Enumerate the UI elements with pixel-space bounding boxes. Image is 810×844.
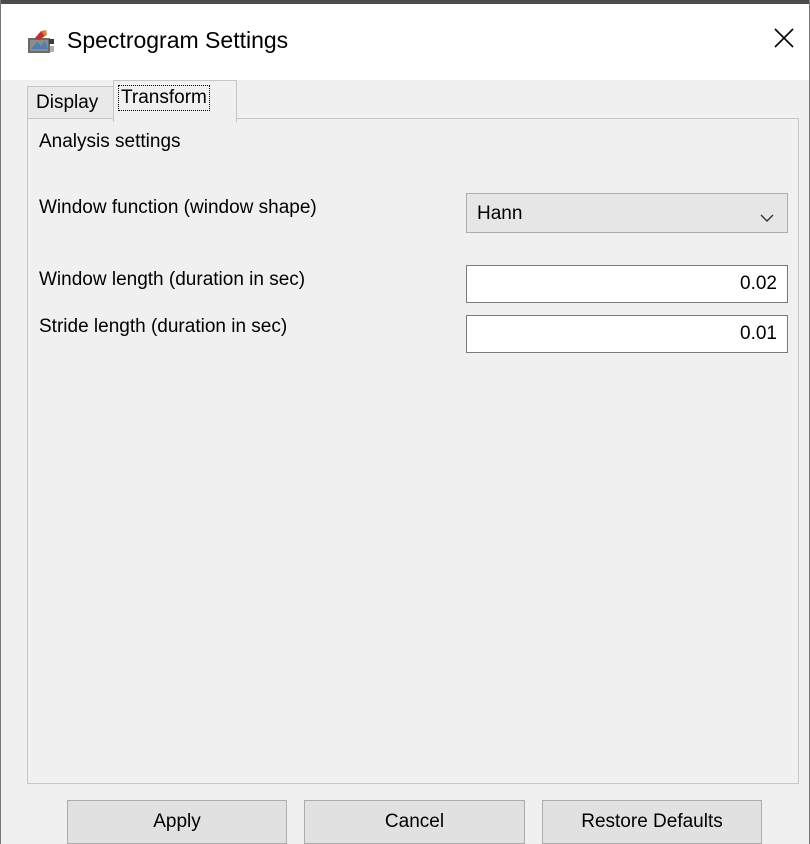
section-title: Analysis settings <box>39 131 181 152</box>
stride-length-label: Stride length (duration in sec) <box>39 316 288 337</box>
window-function-label: Window function (window shape) <box>39 197 317 218</box>
apply-button[interactable]: Apply <box>67 800 287 844</box>
stride-length-field[interactable]: 0.01 <box>466 315 788 353</box>
window-length-label: Window length (duration in sec) <box>39 269 306 290</box>
tab-transform-label: Transform <box>118 85 210 111</box>
chevron-down-icon <box>759 207 775 222</box>
close-icon <box>773 27 795 55</box>
close-button[interactable] <box>761 18 807 64</box>
spectrogram-app-icon <box>27 29 57 55</box>
tab-display-label: Display <box>36 92 99 113</box>
restore-defaults-button[interactable]: Restore Defaults <box>542 800 762 844</box>
tab-transform[interactable]: Transform <box>113 80 237 122</box>
window-function-select[interactable]: Hann <box>466 193 788 233</box>
tab-display[interactable]: Display <box>27 86 115 120</box>
title-bar-top-edge <box>1 0 809 4</box>
spectrogram-settings-dialog: Spectrogram Settings Display Transform A… <box>0 0 810 844</box>
cancel-button[interactable]: Cancel <box>304 800 525 844</box>
window-title: Spectrogram Settings <box>67 27 289 53</box>
transform-panel: Analysis settings Window function (windo… <box>27 118 799 784</box>
window-function-value: Hann <box>477 203 523 224</box>
dialog-button-row: Apply Cancel Restore Defaults <box>1 798 809 844</box>
title-bar[interactable]: Spectrogram Settings <box>1 0 809 80</box>
window-length-field[interactable]: 0.02 <box>466 265 788 303</box>
